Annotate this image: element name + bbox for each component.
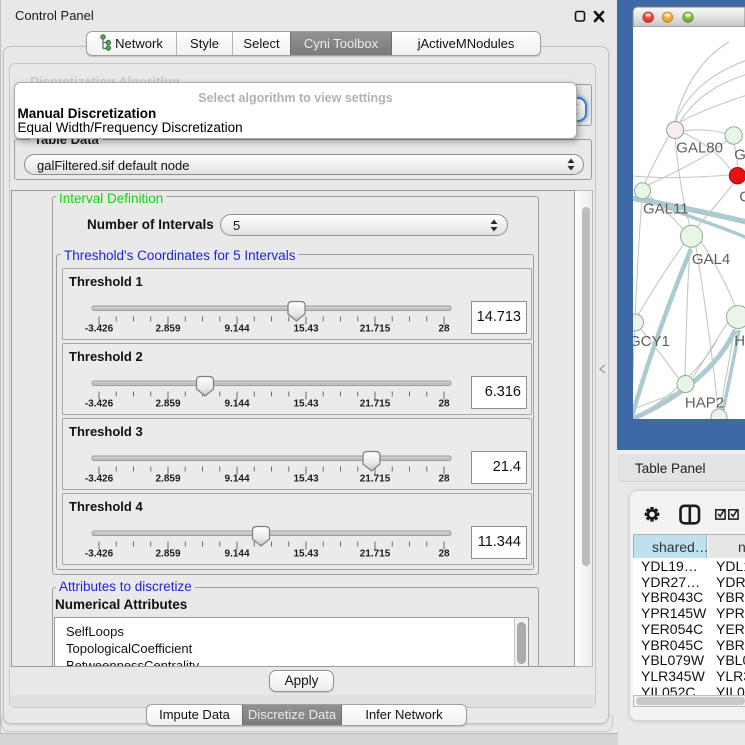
svg-text:28: 28 bbox=[438, 398, 450, 409]
svg-text:21.715: 21.715 bbox=[360, 398, 391, 409]
svg-text:GAL11: GAL11 bbox=[643, 201, 689, 218]
svg-text:2.859: 2.859 bbox=[155, 473, 180, 484]
svg-text:GAL4: GAL4 bbox=[692, 251, 730, 268]
svg-text:28: 28 bbox=[438, 323, 450, 334]
svg-text:21.715: 21.715 bbox=[360, 323, 391, 334]
svg-text:9.144: 9.144 bbox=[224, 323, 249, 334]
svg-text:2.859: 2.859 bbox=[155, 548, 180, 559]
svg-text:9.144: 9.144 bbox=[224, 548, 249, 559]
svg-text:GA: GA bbox=[734, 147, 745, 164]
svg-text:28: 28 bbox=[438, 548, 450, 559]
svg-text:15.43: 15.43 bbox=[293, 548, 318, 559]
svg-text:9.144: 9.144 bbox=[224, 398, 249, 409]
svg-text:HAP2: HAP2 bbox=[685, 395, 724, 412]
svg-text:15.43: 15.43 bbox=[293, 398, 318, 409]
svg-text:21.715: 21.715 bbox=[360, 548, 391, 559]
svg-text:21.715: 21.715 bbox=[360, 473, 391, 484]
svg-text:15.43: 15.43 bbox=[293, 323, 318, 334]
svg-text:GCY1: GCY1 bbox=[629, 333, 670, 350]
svg-text:H: H bbox=[734, 333, 745, 350]
svg-text:-3.426: -3.426 bbox=[85, 473, 114, 484]
svg-text:2.859: 2.859 bbox=[155, 323, 180, 334]
svg-text:-3.426: -3.426 bbox=[85, 548, 114, 559]
svg-text:15.43: 15.43 bbox=[293, 473, 318, 484]
svg-text:28: 28 bbox=[438, 473, 450, 484]
svg-text:C: C bbox=[739, 189, 745, 206]
svg-text:-3.426: -3.426 bbox=[85, 323, 114, 334]
svg-text:GAL80: GAL80 bbox=[676, 140, 723, 157]
svg-text:-3.426: -3.426 bbox=[85, 398, 114, 409]
svg-text:9.144: 9.144 bbox=[224, 473, 249, 484]
svg-text:2.859: 2.859 bbox=[155, 398, 180, 409]
